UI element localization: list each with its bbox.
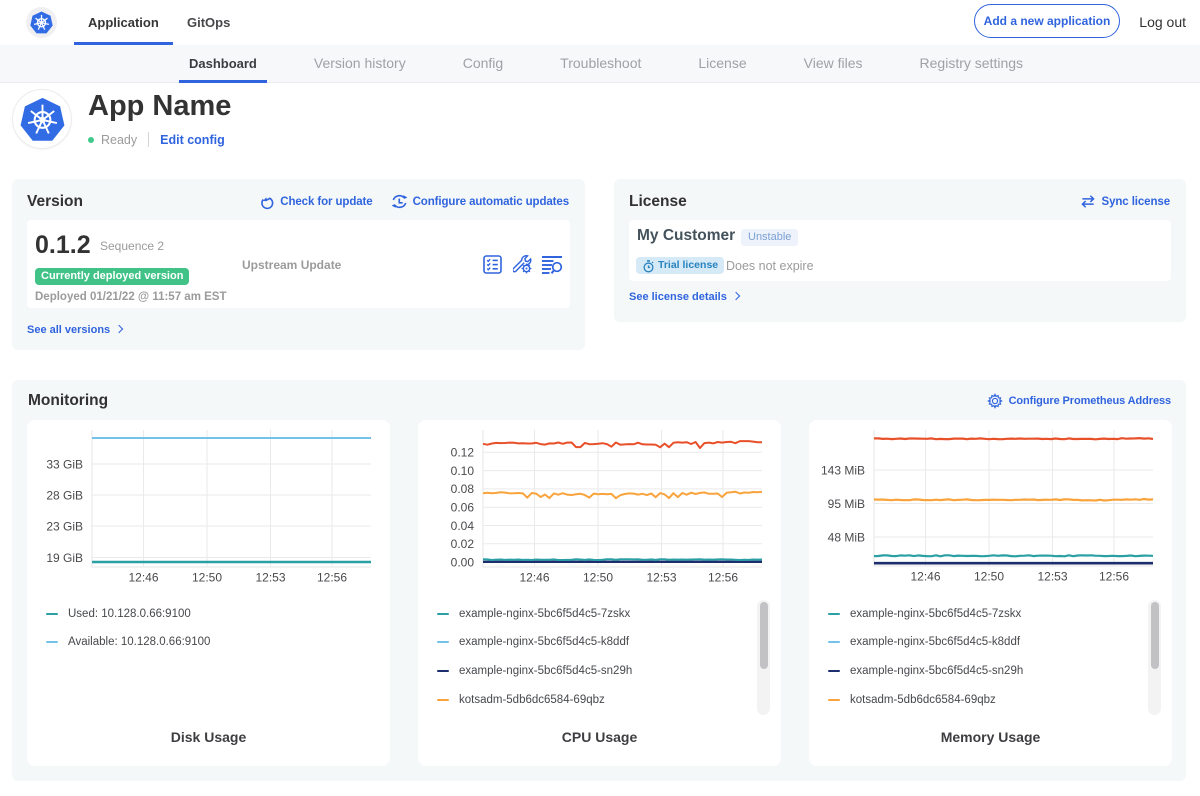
svg-text:12:53: 12:53 bbox=[646, 571, 676, 585]
svg-text:0.12: 0.12 bbox=[451, 446, 475, 460]
svg-text:0.00: 0.00 bbox=[451, 555, 475, 569]
svg-text:95 MiB: 95 MiB bbox=[828, 497, 865, 511]
svg-text:12:56: 12:56 bbox=[1099, 570, 1129, 584]
svg-text:12:50: 12:50 bbox=[192, 571, 222, 585]
svg-text:0.06: 0.06 bbox=[451, 501, 475, 515]
svg-text:12:53: 12:53 bbox=[255, 571, 285, 585]
svg-text:12:46: 12:46 bbox=[128, 571, 158, 585]
svg-text:12:56: 12:56 bbox=[708, 571, 738, 585]
svg-text:0.02: 0.02 bbox=[451, 537, 475, 551]
svg-text:12:46: 12:46 bbox=[519, 571, 549, 585]
svg-text:48 MiB: 48 MiB bbox=[828, 530, 865, 544]
svg-text:19 GiB: 19 GiB bbox=[46, 551, 83, 565]
svg-text:0.10: 0.10 bbox=[451, 464, 475, 478]
svg-text:143 MiB: 143 MiB bbox=[821, 463, 865, 477]
svg-text:12:46: 12:46 bbox=[910, 570, 940, 584]
svg-text:12:50: 12:50 bbox=[583, 571, 613, 585]
svg-text:0.04: 0.04 bbox=[451, 519, 475, 533]
svg-text:12:50: 12:50 bbox=[974, 570, 1004, 584]
svg-text:12:56: 12:56 bbox=[317, 571, 347, 585]
svg-text:12:53: 12:53 bbox=[1037, 570, 1067, 584]
svg-text:23 GiB: 23 GiB bbox=[46, 519, 83, 533]
svg-text:0.08: 0.08 bbox=[451, 482, 475, 496]
svg-text:33 GiB: 33 GiB bbox=[46, 457, 83, 471]
svg-text:28 GiB: 28 GiB bbox=[46, 488, 83, 502]
